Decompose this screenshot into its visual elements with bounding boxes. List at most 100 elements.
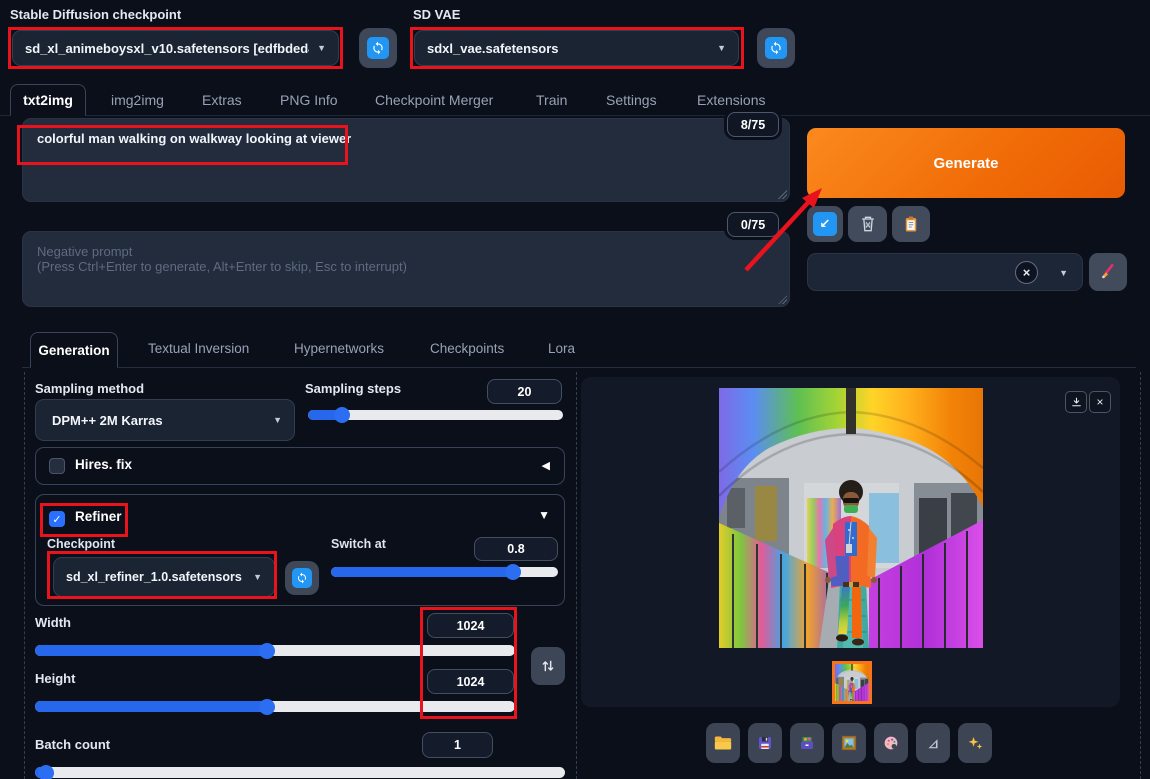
download-icon [1070,396,1083,409]
tab-extensions[interactable]: Extensions [697,92,765,108]
download-image-button[interactable] [1065,391,1087,413]
tab-settings[interactable]: Settings [606,92,657,108]
tab-lora[interactable]: Lora [548,341,575,356]
generate-button[interactable]: Generate [807,128,1125,198]
tab-checkpoints[interactable]: Checkpoints [430,341,504,356]
slider-thumb[interactable] [334,407,350,423]
palette-icon [882,734,900,752]
switch-at-input[interactable]: 0.8 [474,537,558,561]
swap-arrows-icon [540,658,556,674]
column-divider [1140,372,1141,779]
tab-checkpoint-merger[interactable]: Checkpoint Merger [375,92,493,108]
vae-dropdown[interactable]: sdxl_vae.safetensors ▼ [414,30,739,66]
width-input[interactable]: 1024 [427,613,514,638]
sampling-method-label: Sampling method [35,381,144,396]
paintbrush-icon [1098,262,1118,282]
close-icon: × [1023,265,1031,280]
slider-thumb[interactable] [505,564,521,580]
tab-generation[interactable]: Generation [30,332,118,368]
sampling-steps-slider[interactable] [308,410,563,420]
prompt-box: colorful man walking on walkway looking … [22,118,790,202]
styles-dropdown[interactable]: × ▼ [807,253,1083,291]
width-slider[interactable] [35,645,515,656]
checkpoint-dropdown[interactable]: sd_xl_animeboysxl_v10.safetensors [edfbd… [12,30,339,66]
framed-picture-icon [840,734,858,752]
output-gallery: × [581,377,1120,707]
tab-hypernetworks[interactable]: Hypernetworks [294,341,384,356]
chevron-down-icon: ▼ [317,43,326,53]
chevron-down-icon: ▼ [717,43,726,53]
triangle-ruler-icon [924,734,942,752]
tab-txt2img[interactable]: txt2img [10,84,86,116]
prompt-input[interactable]: colorful man walking on walkway looking … [22,118,790,202]
height-slider[interactable] [35,701,515,712]
tab-textual-inversion[interactable]: Textual Inversion [148,341,249,356]
sparkles-icon [966,734,984,752]
refiner-label[interactable]: Refiner [75,509,122,524]
edit-styles-button[interactable] [1089,253,1127,291]
thumbnail-image [835,664,869,701]
batch-count-input[interactable]: 1 [422,732,493,758]
height-input[interactable]: 1024 [427,669,514,694]
sampling-steps-input[interactable]: 20 [487,379,562,404]
hires-fix-checkbox[interactable] [49,458,65,474]
send-to-extras-button[interactable] [916,723,950,763]
checkpoint-label: Stable Diffusion checkpoint [10,7,181,22]
refresh-vae-button[interactable] [757,28,795,68]
upscale-button[interactable] [958,723,992,763]
vae-value: sdxl_vae.safetensors [427,41,709,56]
sampling-steps-label: Sampling steps [305,381,401,396]
tab-img2img[interactable]: img2img [111,92,164,108]
save-image-button[interactable] [748,723,782,763]
check-icon: ✓ [52,513,61,526]
refresh-checkpoints-button[interactable] [359,28,397,68]
resize-handle[interactable] [778,190,787,199]
tab-extras[interactable]: Extras [202,92,242,108]
open-folder-button[interactable] [706,723,740,763]
trash-icon [858,214,878,234]
column-divider [576,372,577,779]
negative-prompt-input[interactable] [22,231,790,307]
gen-tabs-divider [22,367,1136,368]
batch-count-slider[interactable] [35,767,565,778]
column-divider [24,372,25,779]
switch-at-slider[interactable] [331,567,558,577]
close-gallery-button[interactable]: × [1089,391,1111,413]
negative-prompt-box [22,231,790,307]
apply-styles-button[interactable] [892,206,930,242]
sampling-method-dropdown[interactable]: DPM++ 2M Karras ▼ [35,399,295,441]
clear-prompt-button[interactable] [848,206,887,242]
vae-label: SD VAE [413,7,460,22]
prompt-token-counter: 8/75 [727,112,779,137]
slider-thumb[interactable] [259,643,275,659]
sampling-method-value: DPM++ 2M Karras [48,413,265,428]
expand-down-icon[interactable]: ▼ [538,508,550,522]
gallery-thumbnail[interactable] [832,661,872,704]
save-zip-button[interactable] [790,723,824,763]
close-icon: × [1096,395,1103,409]
generated-image[interactable] [719,388,983,648]
negative-token-counter: 0/75 [727,212,779,237]
refresh-icon [292,568,312,588]
collapse-left-icon[interactable]: ◀ [542,459,550,472]
width-label: Width [35,615,71,630]
refiner-checkpoint-dropdown[interactable]: sd_xl_refiner_1.0.safetensors ▼ [53,557,275,597]
hires-fix-label[interactable]: Hires. fix [75,457,132,472]
floppy-disk-icon [756,734,774,752]
send-to-img2img-button[interactable] [832,723,866,763]
refiner-checkbox[interactable]: ✓ [49,511,65,527]
send-to-inpaint-button[interactable] [874,723,908,763]
chevron-down-icon: ▼ [1059,268,1068,278]
slider-thumb[interactable] [259,699,275,715]
chevron-down-icon: ▼ [253,572,262,582]
resize-handle[interactable] [778,295,787,304]
refresh-refiner-button[interactable] [285,561,319,595]
swap-dimensions-button[interactable] [531,647,565,685]
height-label: Height [35,671,75,686]
slider-thumb[interactable] [38,765,54,779]
clipboard-icon [902,214,920,234]
clear-styles-button[interactable]: × [1015,261,1038,284]
tab-train[interactable]: Train [536,92,567,108]
tab-png-info[interactable]: PNG Info [280,92,338,108]
paste-parameters-button[interactable]: ↙ [807,206,843,242]
